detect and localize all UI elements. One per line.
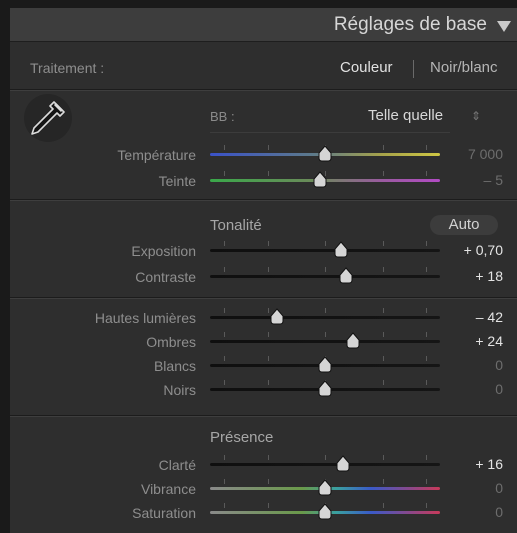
slider-value-exposition[interactable]: + 0,70	[423, 242, 503, 258]
slider-value-saturation[interactable]: 0	[423, 504, 503, 520]
basic-panel: Réglages de base Traitement : Couleur No…	[10, 8, 517, 533]
slider-contraste[interactable]	[210, 267, 440, 284]
slider-thumb[interactable]	[318, 479, 332, 496]
slider-track[interactable]	[210, 340, 440, 343]
presence-section-title: Présence	[210, 429, 274, 446]
slider-hautes-lumieres[interactable]	[210, 308, 440, 325]
slider-label-vibrance: Vibrance	[140, 481, 196, 497]
slider-value-temperature[interactable]: 7 000	[423, 146, 503, 162]
slider-label-contraste: Contraste	[135, 269, 196, 285]
slider-value-blancs[interactable]: 0	[423, 357, 503, 373]
eyedropper-icon	[31, 101, 65, 135]
slider-thumb[interactable]	[318, 380, 332, 397]
white-balance-selector[interactable]	[24, 94, 72, 142]
slider-label-saturation: Saturation	[132, 505, 196, 521]
slider-label-exposition: Exposition	[131, 243, 196, 259]
slider-thumb[interactable]	[346, 332, 360, 349]
slider-label-blancs: Blancs	[153, 358, 196, 374]
slider-value-ombres[interactable]: + 24	[423, 333, 503, 349]
slider-thumb[interactable]	[339, 267, 353, 284]
slider-blancs[interactable]	[210, 356, 440, 373]
slider-saturation[interactable]	[210, 503, 440, 520]
slider-thumb[interactable]	[334, 241, 348, 258]
slider-clarte[interactable]	[210, 455, 440, 472]
slider-ombres[interactable]	[210, 332, 440, 349]
slider-temperature[interactable]	[210, 145, 440, 162]
slider-track[interactable]	[210, 463, 440, 466]
slider-value-clarte[interactable]: + 16	[423, 456, 503, 472]
tone-section-title: Tonalité	[210, 217, 262, 234]
treatment-label: Traitement :	[30, 60, 105, 76]
slider-track[interactable]	[210, 275, 440, 278]
slider-label-hautes-lumieres: Hautes lumières	[94, 310, 196, 326]
slider-exposition[interactable]	[210, 241, 440, 258]
slider-label-ombres: Ombres	[146, 334, 196, 350]
auto-tone-button[interactable]: Auto	[430, 215, 498, 235]
slider-track[interactable]	[210, 249, 440, 252]
slider-thumb[interactable]	[336, 455, 350, 472]
slider-value-hautes-lumieres[interactable]: – 42	[423, 309, 503, 325]
slider-label-noirs: Noirs	[163, 382, 196, 398]
triangle-down-icon[interactable]	[497, 21, 511, 32]
slider-value-noirs[interactable]: 0	[423, 381, 503, 397]
treatment-bw-option[interactable]: Noir/blanc	[430, 59, 498, 76]
wb-label: BB :	[210, 109, 235, 124]
slider-noirs[interactable]	[210, 380, 440, 397]
slider-label-temperature: Température	[117, 147, 196, 163]
panel-title: Réglages de base	[333, 14, 487, 35]
stepper-icon[interactable]: ⇕	[471, 109, 481, 123]
wb-select[interactable]: Telle quelle	[368, 107, 443, 124]
slider-thumb[interactable]	[270, 308, 284, 325]
slider-vibrance[interactable]	[210, 479, 440, 496]
slider-thumb[interactable]	[318, 503, 332, 520]
slider-thumb[interactable]	[318, 356, 332, 373]
slider-thumb[interactable]	[313, 171, 327, 188]
slider-label-clarte: Clarté	[158, 457, 196, 473]
slider-thumb[interactable]	[318, 145, 332, 162]
slider-track[interactable]	[210, 316, 440, 319]
slider-teinte[interactable]	[210, 171, 440, 188]
treatment-color-option[interactable]: Couleur	[340, 59, 393, 76]
slider-value-teinte[interactable]: – 5	[423, 172, 503, 188]
slider-label-teinte: Teinte	[158, 173, 196, 189]
slider-value-contraste[interactable]: + 18	[423, 268, 503, 284]
treatment-separator	[413, 60, 414, 78]
panel-header[interactable]: Réglages de base	[10, 8, 517, 42]
slider-value-vibrance[interactable]: 0	[423, 480, 503, 496]
